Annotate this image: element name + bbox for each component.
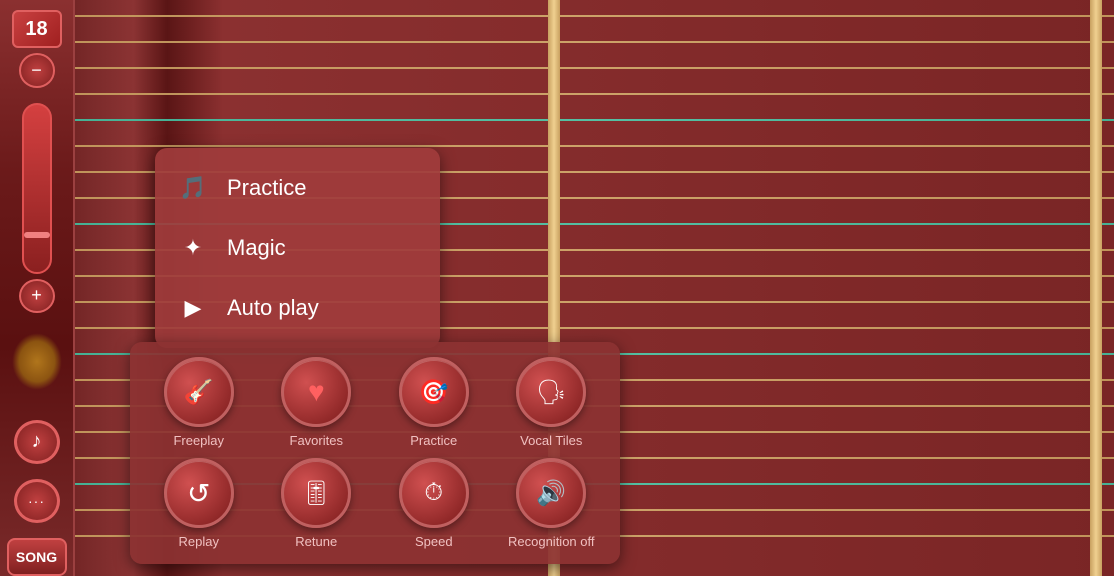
volume-decrease-button[interactable]: −: [19, 53, 55, 87]
speed-button[interactable]: ⏱: [399, 458, 469, 528]
freeplay-label: Freeplay: [173, 433, 224, 448]
mode-autoplay[interactable]: ▶ Auto play: [155, 278, 440, 338]
recognition-icon: 🔊: [536, 479, 566, 508]
replay-item[interactable]: ↺ Replay: [149, 458, 249, 549]
replay-label: Replay: [179, 534, 219, 549]
more-icon: ···: [28, 493, 45, 509]
recognition-button[interactable]: 🔊: [516, 458, 586, 528]
left-panel: 18 − + ♪ ··· SONG: [0, 0, 75, 576]
toolbar-row-2: ↺ Replay 🎚 Retune ⏱ Speed 🔊 Recognition …: [140, 458, 610, 549]
favorites-icon: ♥: [308, 376, 325, 408]
recognition-label: Recognition off: [508, 534, 595, 549]
freeplay-item[interactable]: 🎸 Freeplay: [149, 357, 249, 448]
freeplay-icon: 🎸: [184, 378, 214, 407]
more-button[interactable]: ···: [14, 479, 60, 523]
retune-item[interactable]: 🎚 Retune: [266, 458, 366, 549]
vocal-tiles-item[interactable]: 🗣 Vocal Tiles: [501, 357, 601, 448]
bottom-toolbar: 🎸 Freeplay ♥ Favorites 🎯 Practice 🗣 Voca…: [130, 342, 620, 564]
mode-magic[interactable]: ✦ Magic: [155, 218, 440, 278]
song-button[interactable]: SONG: [7, 538, 67, 576]
speed-item[interactable]: ⏱ Speed: [384, 458, 484, 549]
volume-increase-button[interactable]: +: [19, 279, 55, 313]
decorative-emblem: [12, 333, 62, 390]
mode-menu: 🎵 Practice ✦ Magic ▶ Auto play: [155, 148, 440, 348]
toolbar-row-1: 🎸 Freeplay ♥ Favorites 🎯 Practice 🗣 Voca…: [140, 357, 610, 448]
vocal-tiles-icon: 🗣: [536, 378, 566, 407]
string-line-6: [75, 145, 1114, 147]
retune-button[interactable]: 🎚: [281, 458, 351, 528]
replay-icon: ↺: [187, 477, 210, 510]
music-icon: ♪: [32, 430, 42, 453]
string-line-4: [75, 93, 1114, 95]
string-line-3: [75, 67, 1114, 69]
favorites-button[interactable]: ♥: [281, 357, 351, 427]
mode-practice[interactable]: 🎵 Practice: [155, 158, 440, 218]
volume-slider[interactable]: [22, 103, 52, 274]
practice-label: Practice: [410, 433, 457, 448]
practice-mode-icon: 🎵: [175, 170, 211, 206]
practice-item[interactable]: 🎯 Practice: [384, 357, 484, 448]
freeplay-button[interactable]: 🎸: [164, 357, 234, 427]
recognition-item[interactable]: 🔊 Recognition off: [501, 458, 601, 549]
practice-button[interactable]: 🎯: [399, 357, 469, 427]
speed-icon: ⏱: [424, 479, 443, 507]
favorites-item[interactable]: ♥ Favorites: [266, 357, 366, 448]
favorites-label: Favorites: [290, 433, 343, 448]
autoplay-mode-icon: ▶: [175, 290, 211, 326]
bridge-right: [1090, 0, 1102, 576]
string-line-5: [75, 119, 1114, 121]
retune-icon: 🎚: [301, 479, 331, 508]
string-line-2: [75, 41, 1114, 43]
magic-mode-icon: ✦: [175, 230, 211, 266]
string-line-1: [75, 15, 1114, 17]
music-button[interactable]: ♪: [14, 420, 60, 464]
replay-button[interactable]: ↺: [164, 458, 234, 528]
speed-label: Speed: [415, 534, 453, 549]
vocal-tiles-label: Vocal Tiles: [520, 433, 582, 448]
vocal-tiles-button[interactable]: 🗣: [516, 357, 586, 427]
practice-icon: 🎯: [419, 378, 449, 407]
number-badge: 18: [12, 10, 62, 48]
retune-label: Retune: [295, 534, 337, 549]
